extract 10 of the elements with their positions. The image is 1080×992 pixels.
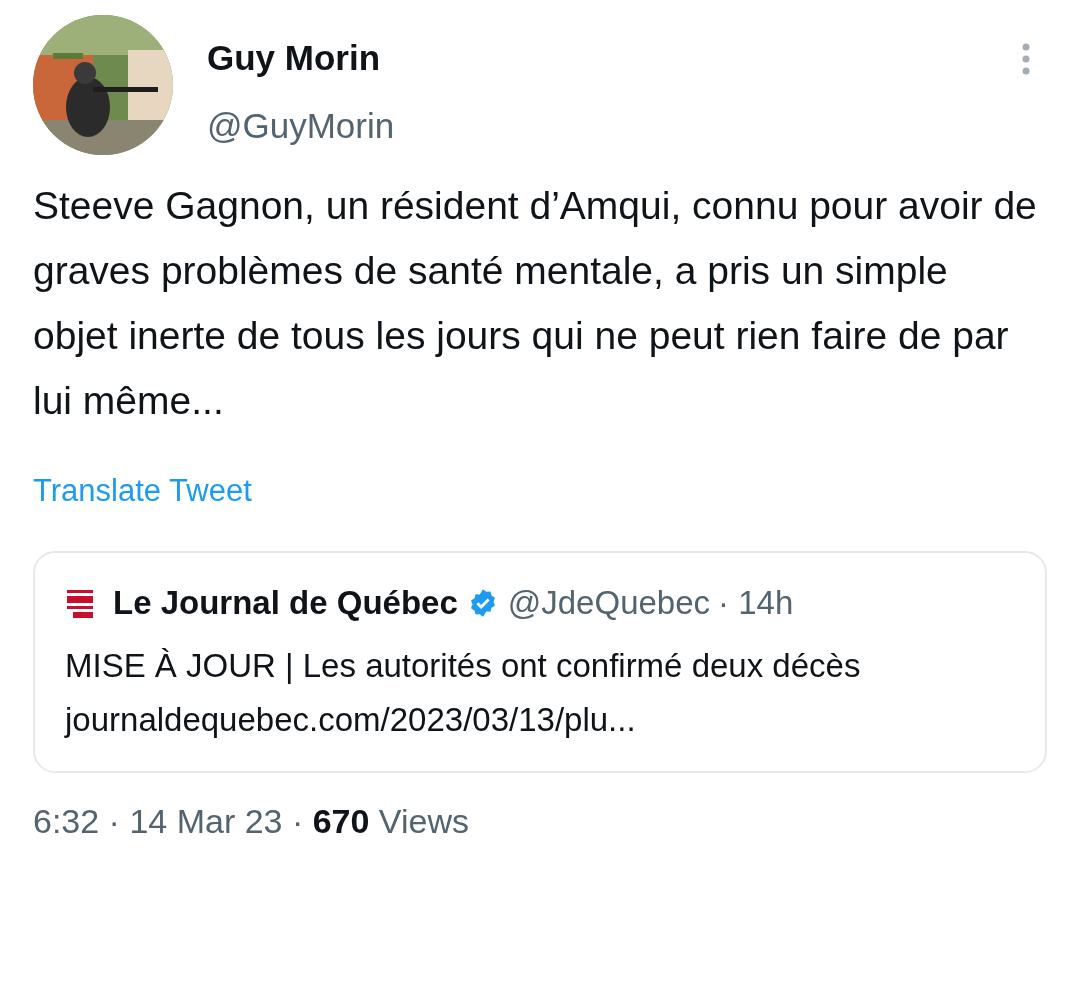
tweet-text: Steeve Gagnon, un résident d’Amqui, connu pour avoir de graves problèmes de santé mentale, a pris un simple objet inerte de tous les jours qui ne peut rien faire de par lui même... xyxy=(33,183,1038,424)
quoted-author-name: Le Journal de Québec xyxy=(113,583,458,623)
author-name[interactable]: Guy Morin xyxy=(207,37,1021,79)
quoted-tweet-link: journaldequebec.com/2023/03/13/plu... xyxy=(65,700,637,740)
quoted-tweet-time: · 14h xyxy=(718,583,794,623)
quoted-author-handle: @JdeQuebec xyxy=(507,583,711,623)
quoted-tweet-text: MISE À JOUR | Les autorités ont confirmé deux décès xyxy=(65,646,862,686)
author-handle[interactable]: @GuyMorin xyxy=(207,105,1021,147)
quoted-tweet-card[interactable]: Le Journal de Québec @JdeQuebec · 14h MISE À JOUR | Les autorités ont confirmé deux décès journaldequebec.com/2023/03/13/plu... xyxy=(33,551,1047,773)
tweet-meta: 6:32 · 14 Mar 23 · 670 Views xyxy=(33,801,470,842)
